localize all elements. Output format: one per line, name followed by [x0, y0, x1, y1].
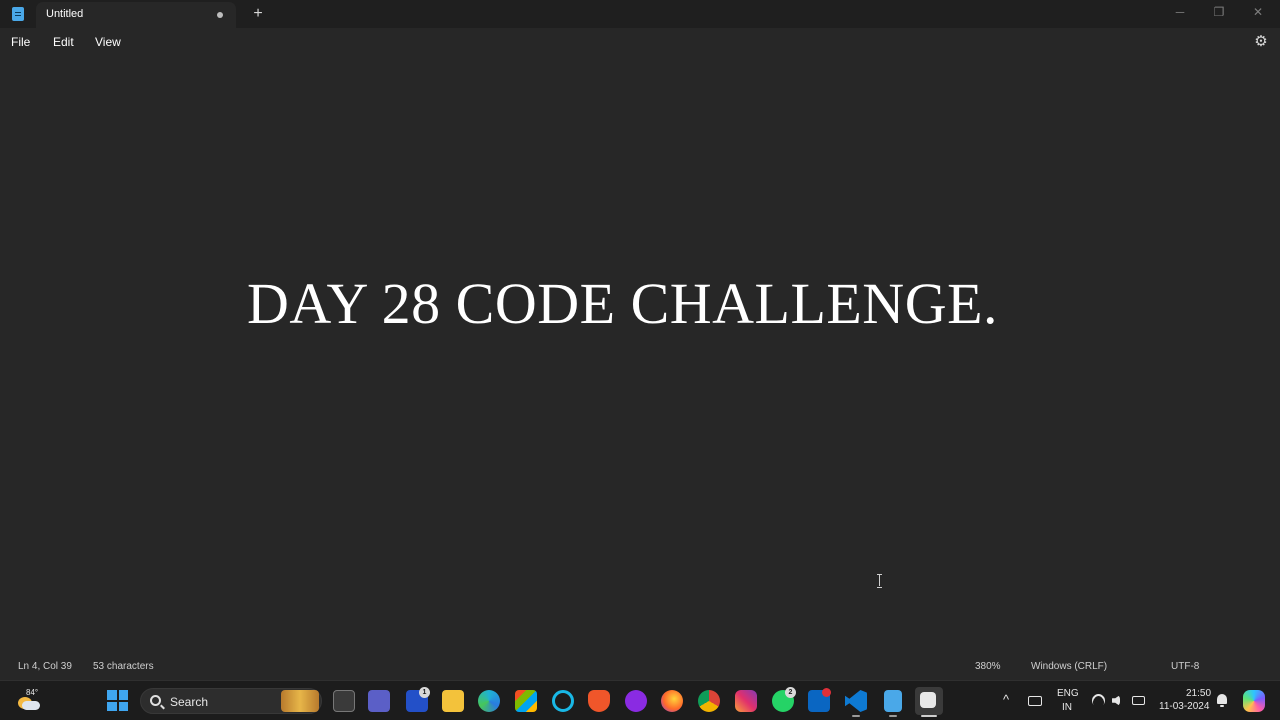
character-count: 53 characters — [93, 661, 154, 672]
new-tab-button[interactable]: + — [250, 4, 266, 24]
taskbar: 84° Search 1 2 ^ ENG IN 21:50 11-03-2024 — [0, 680, 1280, 720]
whatsapp-notification-badge: 2 — [785, 687, 796, 698]
tab-title: Untitled — [46, 8, 84, 20]
text-cursor-ibeam-icon — [877, 574, 883, 588]
notepad-running-indicator — [889, 715, 897, 717]
alexa-icon[interactable] — [552, 690, 574, 712]
status-bar: Ln 4, Col 39 53 characters 380% Windows … — [0, 656, 1280, 678]
text-editor-area[interactable]: DAY 28 CODE CHALLENGE. — [0, 56, 1280, 656]
minimize-button[interactable]: ─ — [1160, 0, 1200, 26]
edge-icon[interactable] — [478, 690, 500, 712]
weather-temperature: 84° — [26, 688, 39, 697]
task-view-icon[interactable] — [333, 690, 355, 712]
snipping-tool-inner-icon — [920, 692, 936, 708]
vpn-mask-icon[interactable] — [625, 690, 647, 712]
show-hidden-icons-chevron[interactable]: ^ — [1003, 692, 1009, 707]
search-highlight-image — [281, 690, 319, 712]
close-button[interactable]: ✕ — [1238, 0, 1278, 26]
file-explorer-icon[interactable] — [442, 690, 464, 712]
unsaved-dot-icon[interactable] — [217, 12, 223, 18]
document-text: DAY 28 CODE CHALLENGE. — [247, 271, 999, 336]
windows-start-icon[interactable] — [107, 690, 128, 711]
linkedin-alert-dot — [822, 688, 831, 697]
instagram-icon[interactable] — [735, 690, 757, 712]
restore-button[interactable]: ❐ — [1199, 0, 1239, 26]
menu-file[interactable]: File — [11, 35, 30, 49]
battery-icon[interactable] — [1132, 696, 1145, 705]
clock-date[interactable]: 11-03-2024 — [1159, 701, 1209, 712]
language-indicator-line2[interactable]: IN — [1062, 702, 1072, 713]
document-tab[interactable]: Untitled — [36, 2, 236, 28]
notepad-app-icon — [12, 7, 24, 21]
zoom-level[interactable]: 380% — [975, 661, 1001, 672]
copilot-icon[interactable] — [1243, 690, 1265, 712]
snipping-tool-active-indicator — [921, 715, 937, 717]
menu-bar: File Edit View ⚙ — [0, 28, 1280, 56]
brave-icon[interactable] — [588, 690, 610, 712]
chrome-icon[interactable] — [698, 690, 720, 712]
microsoft-store-icon[interactable] — [515, 690, 537, 712]
title-bar: Untitled + ─ ❐ ✕ — [0, 0, 1280, 28]
firefox-icon[interactable] — [661, 690, 683, 712]
notepad-taskbar-icon[interactable] — [884, 690, 902, 712]
clock-time[interactable]: 21:50 — [1186, 688, 1211, 699]
wifi-icon[interactable] — [1089, 691, 1108, 710]
search-icon — [150, 695, 161, 706]
volume-icon[interactable] — [1112, 695, 1120, 706]
search-label: Search — [170, 695, 209, 709]
menu-view[interactable]: View — [95, 35, 121, 49]
encoding[interactable]: UTF-8 — [1171, 661, 1199, 672]
notification-bell-icon[interactable] — [1216, 694, 1228, 707]
cloud-icon — [22, 701, 40, 710]
lens-notification-badge: 1 — [419, 687, 430, 698]
teams-icon[interactable] — [368, 690, 390, 712]
language-indicator-line1[interactable]: ENG — [1057, 688, 1079, 699]
vscode-icon[interactable] — [845, 690, 867, 712]
taskbar-search[interactable]: Search — [140, 688, 322, 714]
cursor-position: Ln 4, Col 39 — [18, 661, 72, 672]
settings-gear-icon[interactable]: ⚙ — [1253, 34, 1269, 50]
line-ending[interactable]: Windows (CRLF) — [1031, 661, 1107, 672]
keyboard-icon[interactable] — [1028, 696, 1042, 706]
vscode-running-indicator — [852, 715, 860, 717]
menu-edit[interactable]: Edit — [53, 35, 74, 49]
